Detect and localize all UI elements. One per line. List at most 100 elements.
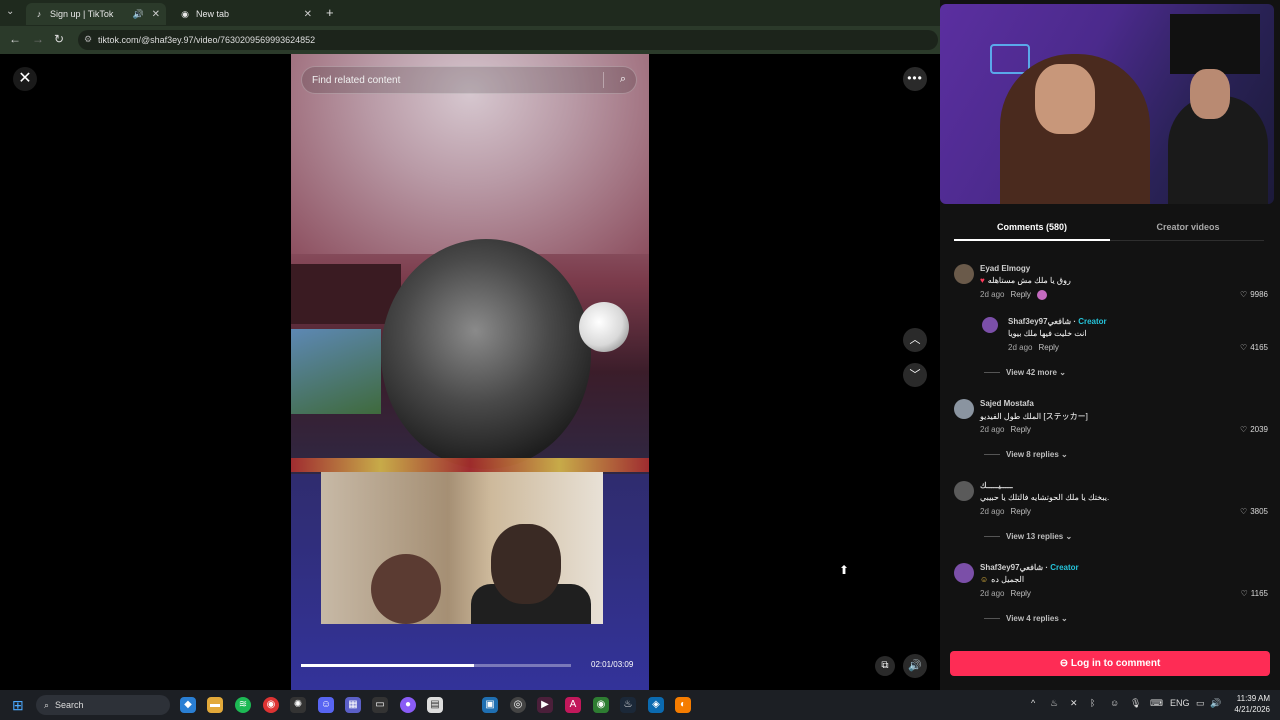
tab-title: Sign up | TikTok	[50, 9, 114, 19]
avatar[interactable]	[982, 317, 998, 333]
divider	[984, 536, 1000, 538]
chrome-icon: ◉	[181, 9, 189, 19]
chrome-icon[interactable]: ◉	[263, 697, 279, 713]
microphone-icon[interactable]: 🎙	[1130, 698, 1141, 709]
apps-grid-icon[interactable]: ▦	[345, 697, 361, 713]
copilot-icon[interactable]: ◆	[180, 697, 196, 713]
tab-new-tab[interactable]: ◉ New tab ✕	[172, 3, 318, 25]
view-more-replies[interactable]: View 13 replies ⌄	[984, 532, 1072, 541]
volume-icon[interactable]: 🔊	[903, 654, 927, 678]
discord-icon[interactable]: ☺	[318, 697, 334, 713]
avatar[interactable]	[954, 481, 974, 501]
like-count: 4165	[1250, 343, 1268, 352]
comment-author[interactable]: Eyad Elmogy	[980, 264, 1030, 273]
discord-icon[interactable]: ☺	[1110, 698, 1119, 708]
file-explorer-icon[interactable]: ▬	[207, 697, 223, 713]
like-button[interactable]: ♡ 9986	[1240, 290, 1268, 299]
video-frame	[491, 524, 561, 604]
terminal-icon[interactable]: ▭	[372, 697, 388, 713]
app-icon[interactable]: ✕	[1070, 698, 1078, 709]
photos-icon[interactable]: ▣	[482, 697, 498, 713]
notepad-icon[interactable]: ▤	[427, 697, 443, 713]
comment-author[interactable]: Shaf3ey97شافعي · Creator	[980, 563, 1079, 572]
reply-button[interactable]: Reply	[1010, 589, 1030, 598]
reload-icon[interactable]: ↻	[54, 32, 64, 46]
forward-icon[interactable]: →	[32, 32, 44, 46]
more-options-button[interactable]: •••	[903, 67, 927, 91]
chrome-icon[interactable]: ◉	[593, 697, 609, 713]
video-frame	[291, 329, 381, 414]
video-frame	[381, 239, 591, 469]
volume-icon[interactable]: 🔊	[1210, 698, 1221, 709]
bluetooth-icon[interactable]: ᛒ	[1090, 698, 1095, 708]
view-more-replies[interactable]: View 4 replies ⌄	[984, 614, 1068, 623]
video-progress-bar[interactable]	[301, 664, 571, 667]
back-icon[interactable]: ←	[9, 32, 21, 46]
language-indicator[interactable]: ENG	[1170, 698, 1190, 708]
steam-icon[interactable]: ♨	[1050, 698, 1058, 709]
comment-body: روق يا ملك مش مستاهله	[987, 276, 1071, 285]
comment-author[interactable]: Shaf3ey97شافعي · Creator	[1008, 317, 1107, 326]
previous-video-button[interactable]: ︿	[903, 328, 927, 352]
acrobat-icon[interactable]: A	[565, 697, 581, 713]
search-icon[interactable]: ⌕	[620, 73, 626, 86]
close-tab-icon[interactable]: ✕	[304, 9, 312, 20]
next-video-button[interactable]: ﹀	[903, 363, 927, 387]
view-more-replies[interactable]: View 42 more ⌄	[984, 368, 1066, 377]
close-video-button[interactable]: ✕	[13, 67, 37, 91]
app-icon[interactable]: ◈	[648, 697, 664, 713]
app-icon[interactable]: ●	[400, 697, 416, 713]
comment-date: 2d ago	[980, 425, 1005, 434]
like-count: 2039	[1250, 425, 1268, 434]
like-button[interactable]: ♡ 1165	[1241, 589, 1268, 598]
chatgpt-icon[interactable]: ✺	[290, 697, 306, 713]
avatar[interactable]	[954, 399, 974, 419]
keyboard-icon[interactable]: ⌨	[1150, 698, 1163, 709]
tiktok-icon: ♪	[36, 9, 42, 19]
clock-date: 4/21/2026	[1234, 705, 1270, 714]
heart-icon: ♡	[1240, 425, 1248, 434]
comment-author[interactable]: Sajed Mostafa	[980, 399, 1034, 408]
like-button[interactable]: ♡ 4165	[1240, 343, 1268, 352]
new-tab-button[interactable]: +	[326, 5, 334, 20]
like-button[interactable]: ♡ 3805	[1240, 507, 1268, 516]
like-button[interactable]: ♡ 2039	[1240, 425, 1268, 434]
display-icon[interactable]: ▭	[1196, 698, 1205, 709]
spotify-icon[interactable]: ≋	[235, 697, 251, 713]
tab-creator-videos[interactable]: Creator videos	[1110, 222, 1266, 232]
app-icon[interactable]: ◎	[510, 697, 526, 713]
speaker-icon[interactable]: 🔊	[133, 9, 144, 20]
avatar[interactable]	[954, 264, 974, 284]
close-tab-icon[interactable]: ✕	[152, 9, 160, 20]
taskbar-clock[interactable]: 11:39 AM 4/21/2026	[1226, 693, 1270, 715]
reply-button[interactable]: Reply	[1010, 290, 1030, 299]
comment-author[interactable]: ـــــيـــــك	[980, 481, 1013, 490]
tab-tiktok[interactable]: ♪ Sign up | TikTok 🔊 ✕	[26, 3, 166, 25]
picture-in-picture-icon[interactable]: ⧉	[875, 656, 895, 676]
tab-comments[interactable]: Comments (580)	[954, 222, 1110, 232]
comment-icon: ⊖	[1059, 658, 1071, 669]
comment-body: الملك طول الفيديو [ステッカー]	[980, 412, 1088, 421]
taskbar-search[interactable]: ⌕ Search	[36, 695, 170, 715]
tab-search-icon[interactable]: ⌄	[6, 6, 14, 17]
author-name: Shaf3ey97شافعي	[980, 563, 1044, 572]
video-player[interactable]: Find related content ⌕ 02:01/03:09	[291, 54, 649, 690]
reply-button[interactable]: Reply	[1038, 343, 1058, 352]
view-more-replies[interactable]: View 8 replies ⌄	[984, 450, 1068, 459]
reply-button[interactable]: Reply	[1010, 507, 1030, 516]
site-info-icon[interactable]: ⚙	[84, 34, 92, 45]
windows-start-icon[interactable]: ⊞	[12, 697, 24, 714]
premiere-icon[interactable]: ▶	[537, 697, 553, 713]
comment-text: ☺ الجميل ده	[980, 575, 1024, 584]
chevron-up-icon[interactable]: ^	[1031, 698, 1035, 708]
avatar[interactable]	[954, 563, 974, 583]
related-search-input[interactable]: Find related content ⌕	[301, 66, 637, 94]
url-field[interactable]: ⚙ tiktok.com/@shaf3ey.97/video/763020956…	[78, 30, 938, 50]
reply-button[interactable]: Reply	[1010, 425, 1030, 434]
divider	[984, 454, 1000, 456]
steam-icon[interactable]: ♨	[620, 697, 636, 713]
author-name: Eyad Elmogy	[980, 264, 1031, 273]
video-time: 02:01/03:09	[591, 660, 634, 669]
app-icon[interactable]: ◐	[675, 697, 691, 713]
login-to-comment-button[interactable]: ⊖ Log in to comment	[950, 651, 1270, 676]
